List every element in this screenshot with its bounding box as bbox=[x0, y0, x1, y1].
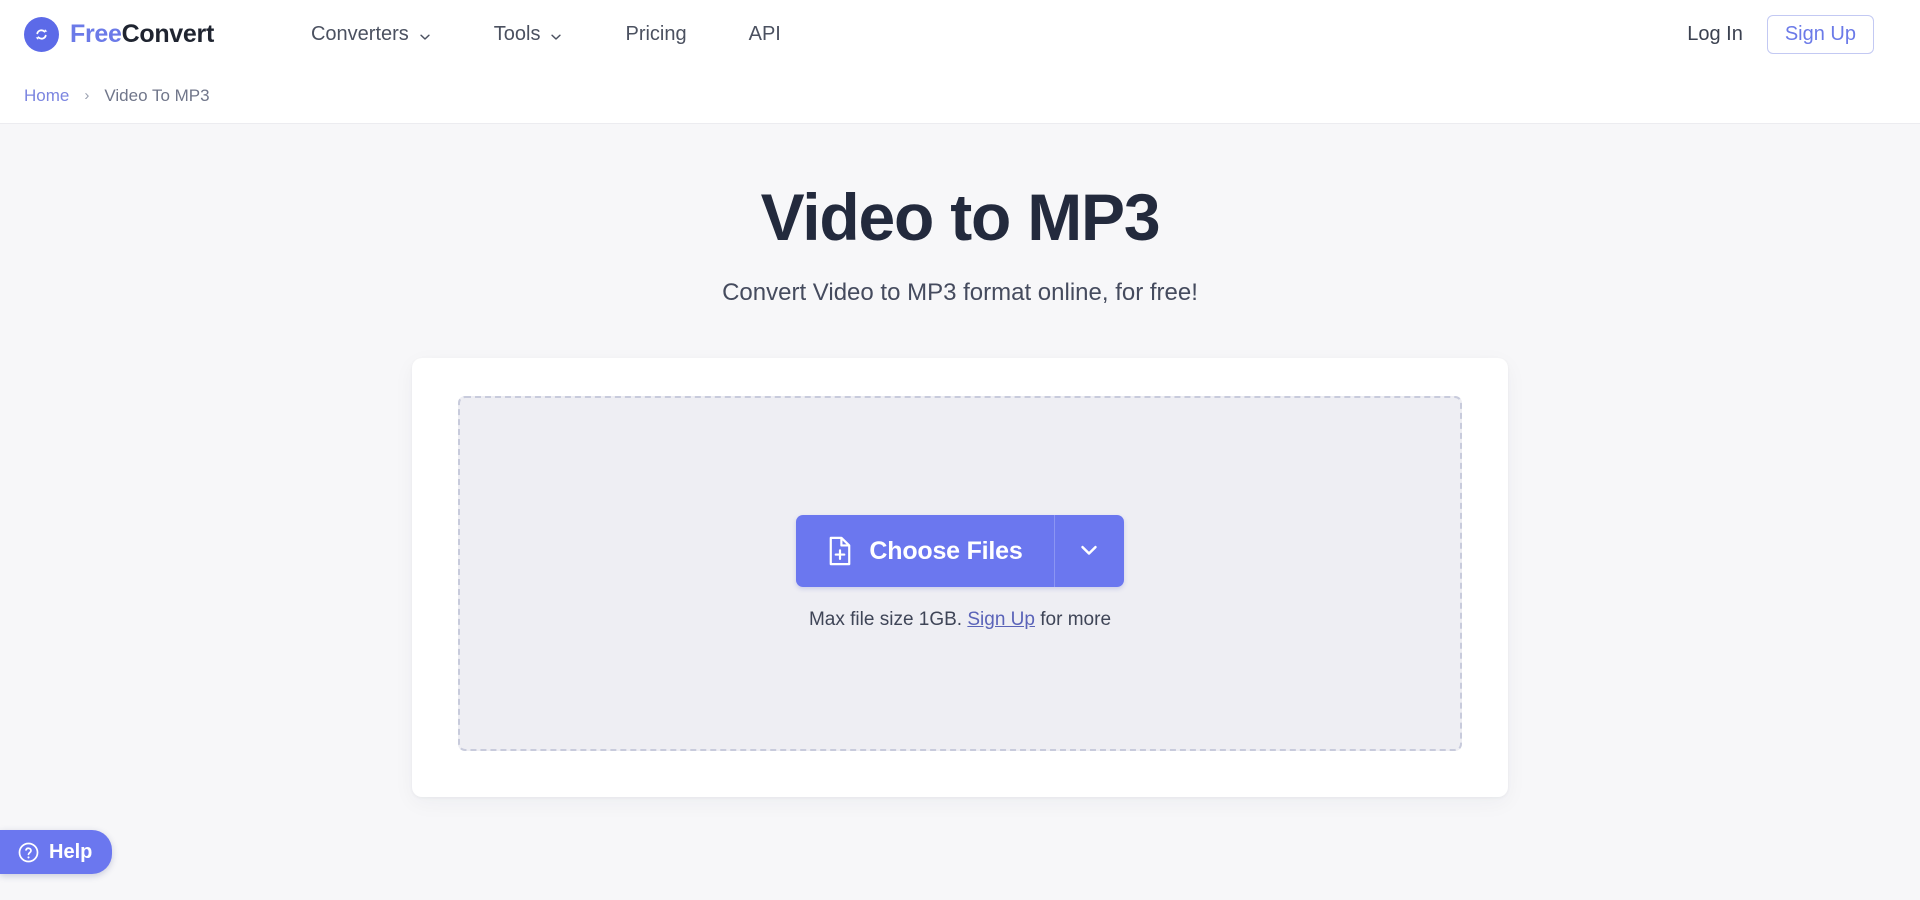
max-file-size-signup-link[interactable]: Sign Up bbox=[967, 609, 1035, 630]
choose-files-label: Choose Files bbox=[869, 536, 1023, 565]
brand-name-free: Free bbox=[70, 19, 122, 48]
login-link[interactable]: Log In bbox=[1687, 23, 1743, 46]
chevron-down-icon bbox=[1077, 538, 1101, 565]
question-circle-icon bbox=[17, 841, 40, 864]
choose-files-button[interactable]: Choose Files bbox=[796, 515, 1054, 588]
brand-logo[interactable]: FreeConvert bbox=[24, 16, 214, 52]
site-header: FreeConvert Converters Tools Pricing API bbox=[0, 0, 1920, 68]
file-plus-icon bbox=[827, 536, 853, 566]
max-file-size-suffix: for more bbox=[1040, 609, 1112, 631]
help-label: Help bbox=[49, 840, 93, 863]
page-title: Video to MP3 bbox=[760, 180, 1161, 254]
nav-item-pricing[interactable]: Pricing bbox=[625, 15, 686, 54]
breadcrumb-home-link[interactable]: Home bbox=[24, 86, 69, 106]
nav-item-tools[interactable]: Tools bbox=[494, 15, 564, 54]
signup-button[interactable]: Sign Up bbox=[1766, 14, 1874, 54]
header-actions: Log In Sign Up bbox=[1687, 14, 1874, 54]
refresh-circle-icon bbox=[24, 16, 59, 52]
brand-name: FreeConvert bbox=[70, 20, 214, 49]
max-file-size-note: Max file size 1GB. Sign Up for more bbox=[809, 609, 1111, 631]
breadcrumb: Home › Video To MP3 bbox=[24, 86, 210, 106]
main-content: Video to MP3 Convert Video to MP3 format… bbox=[0, 124, 1920, 900]
nav-item-converters-label: Converters bbox=[310, 22, 409, 45]
breadcrumb-current: Video To MP3 bbox=[104, 85, 210, 105]
nav-item-api[interactable]: API bbox=[749, 15, 781, 54]
nav-item-pricing-label: Pricing bbox=[625, 22, 687, 45]
nav-item-converters[interactable]: Converters bbox=[311, 15, 432, 54]
breadcrumb-separator-icon: › bbox=[84, 87, 90, 104]
main-navigation: Converters Tools Pricing API bbox=[311, 15, 781, 54]
chevron-down-icon bbox=[549, 27, 563, 41]
help-widget[interactable]: Help bbox=[0, 830, 113, 874]
choose-files-dropdown-button[interactable] bbox=[1053, 515, 1124, 588]
nav-item-api-label: API bbox=[748, 22, 781, 45]
file-dropzone[interactable]: Choose Files Max file size 1GB. Sign Up … bbox=[458, 395, 1462, 751]
converter-card: Choose Files Max file size 1GB. Sign Up … bbox=[412, 357, 1508, 797]
chevron-down-icon bbox=[418, 27, 432, 41]
page-subtitle: Convert Video to MP3 format online, for … bbox=[722, 278, 1198, 306]
max-file-size-prefix: Max file size 1GB. bbox=[808, 609, 963, 631]
choose-files-group: Choose Files bbox=[796, 515, 1124, 588]
breadcrumb-bar: Home › Video To MP3 bbox=[0, 68, 1920, 124]
nav-item-tools-label: Tools bbox=[493, 22, 541, 45]
brand-name-convert: Convert bbox=[121, 19, 215, 48]
